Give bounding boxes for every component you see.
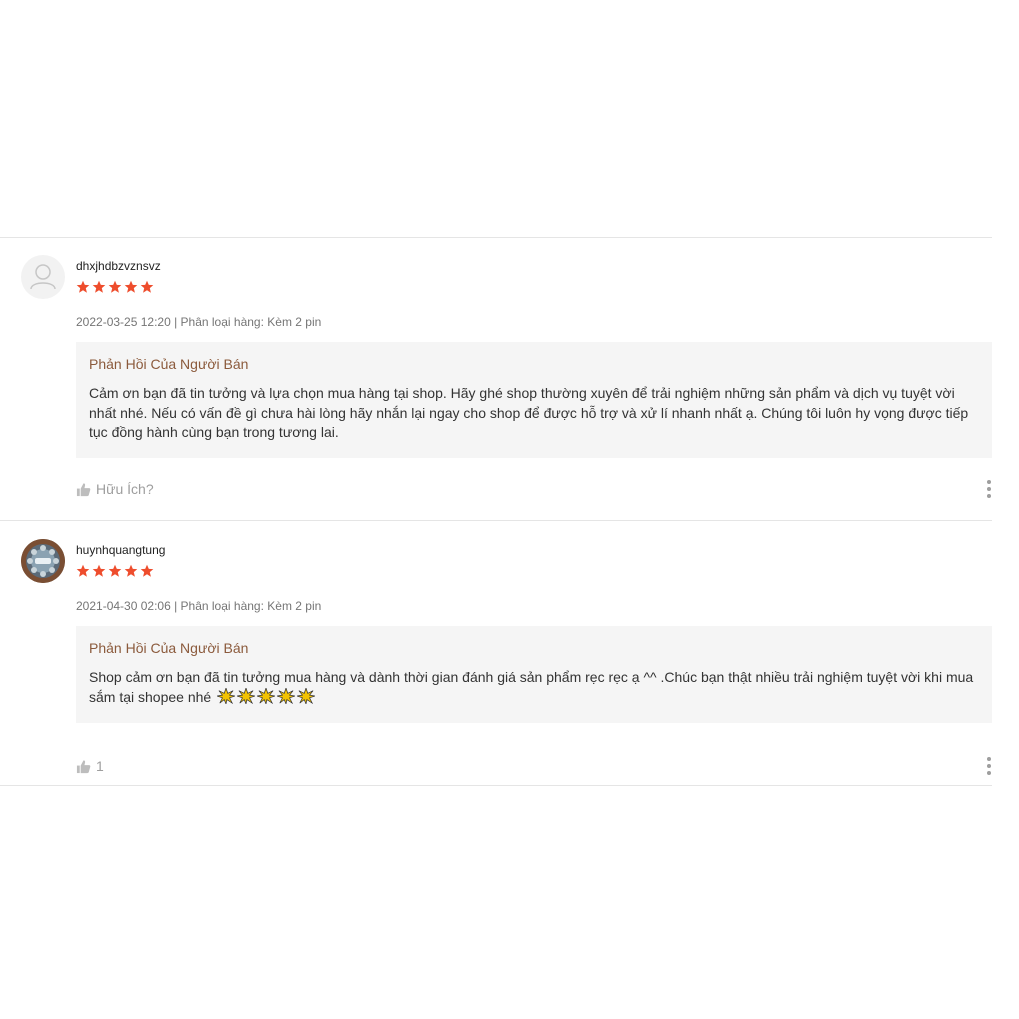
default-avatar-icon[interactable] xyxy=(21,255,65,299)
sparkle-icon xyxy=(257,687,276,704)
seller-reply: Phản Hồi Của Người Bán Shop cảm ơn bạn đ… xyxy=(76,626,992,723)
rating-stars xyxy=(76,280,154,294)
star-icon xyxy=(108,280,122,293)
sparkle-icon xyxy=(297,687,316,704)
more-options-icon[interactable] xyxy=(986,757,992,775)
sparkle-icon xyxy=(217,687,236,704)
star-icon xyxy=(124,564,138,577)
sparkle-emoji-group xyxy=(215,687,316,705)
star-icon xyxy=(76,280,90,293)
seller-reply-title: Phản Hồi Của Người Bán xyxy=(89,640,249,656)
seller-reply: Phản Hồi Của Người Bán Cảm ơn bạn đã tin… xyxy=(76,342,992,458)
seller-reply-text: Cảm ơn bạn đã tin tưởng và lựa chọn mua … xyxy=(89,385,969,440)
review-meta: 2022-03-25 12:20 | Phân loại hàng: Kèm 2… xyxy=(76,315,322,329)
helpful-count: 1 xyxy=(96,758,104,774)
sparkle-icon xyxy=(277,687,296,704)
username[interactable]: huynhquangtung xyxy=(76,543,165,557)
review-meta: 2021-04-30 02:06 | Phân loại hàng: Kèm 2… xyxy=(76,599,322,613)
helpful-label: Hữu Ích? xyxy=(96,481,154,497)
review-list: dhxjhdbzvznsvz 2022-03-25 12:20 | Phân l… xyxy=(0,237,992,786)
more-options-icon[interactable] xyxy=(986,480,992,498)
seller-reply-text-block: Shop cảm ơn bạn đã tin tưởng mua hàng và… xyxy=(89,668,978,707)
star-icon xyxy=(140,564,154,577)
review-item: dhxjhdbzvznsvz 2022-03-25 12:20 | Phân l… xyxy=(0,238,992,521)
seller-reply-title: Phản Hồi Của Người Bán xyxy=(89,356,249,372)
thumbs-up-icon xyxy=(76,759,91,773)
username[interactable]: dhxjhdbzvznsvz xyxy=(76,259,161,273)
user-photo-avatar[interactable] xyxy=(21,539,65,583)
helpful-button[interactable]: 1 xyxy=(76,758,104,774)
star-icon xyxy=(76,564,90,577)
review-item: huynhquangtung 2021-04-30 02:06 | Phân l… xyxy=(0,521,992,786)
star-icon xyxy=(92,564,106,577)
helpful-button[interactable]: Hữu Ích? xyxy=(76,481,154,497)
star-icon xyxy=(124,280,138,293)
sparkle-icon xyxy=(237,687,256,704)
star-icon xyxy=(108,564,122,577)
star-icon xyxy=(140,280,154,293)
star-icon xyxy=(92,280,106,293)
rating-stars xyxy=(76,564,154,578)
thumbs-up-icon xyxy=(76,482,91,496)
